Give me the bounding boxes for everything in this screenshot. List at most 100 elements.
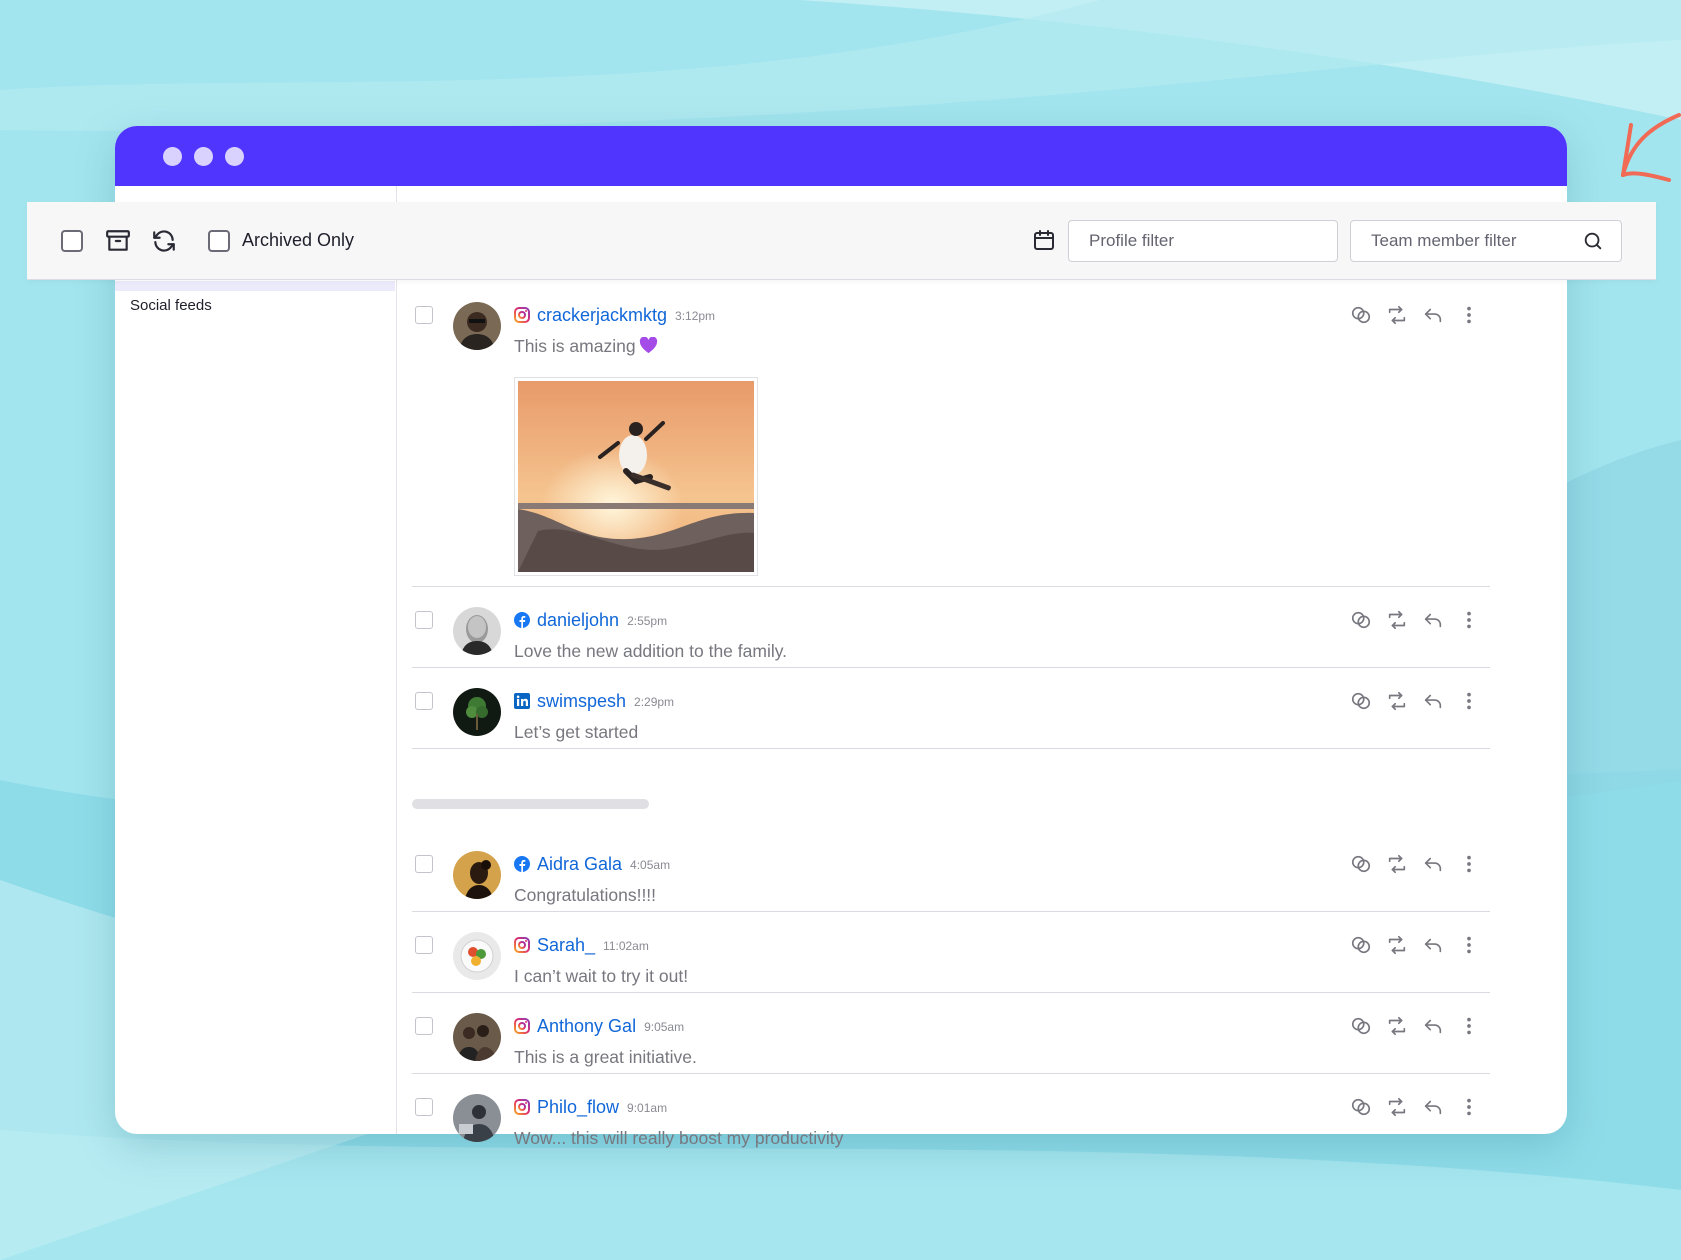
sidebar-item-label: Social feeds bbox=[130, 297, 212, 314]
reply-icon[interactable] bbox=[1422, 690, 1444, 712]
reply-icon[interactable] bbox=[1422, 934, 1444, 956]
retweet-icon[interactable] bbox=[1386, 609, 1408, 631]
assign-icon[interactable] bbox=[1350, 690, 1372, 712]
instagram-icon bbox=[514, 1018, 530, 1034]
post-checkbox[interactable] bbox=[415, 1017, 433, 1035]
post-time: 9:05am bbox=[644, 1020, 685, 1034]
post-checkbox[interactable] bbox=[415, 855, 433, 873]
sidebar-item-social-feeds[interactable]: Social feeds bbox=[130, 297, 212, 314]
retweet-icon[interactable] bbox=[1386, 690, 1408, 712]
more-icon[interactable] bbox=[1458, 1015, 1480, 1037]
reply-icon[interactable] bbox=[1422, 304, 1444, 326]
archive-icon[interactable] bbox=[105, 228, 131, 259]
post-time: 9:01am bbox=[627, 1101, 668, 1115]
post-username[interactable]: Philo_flow bbox=[537, 1097, 619, 1118]
window-dot-close[interactable] bbox=[163, 146, 182, 166]
avatar[interactable] bbox=[453, 1094, 501, 1142]
social-feed: crackerjackmktg 3:12pm This is amazing d… bbox=[412, 282, 1490, 1155]
assign-icon[interactable] bbox=[1350, 934, 1372, 956]
post-username[interactable]: Anthony Gal bbox=[537, 1016, 636, 1037]
archived-only-checkbox[interactable] bbox=[208, 230, 230, 252]
post-actions bbox=[1350, 853, 1480, 875]
retweet-icon[interactable] bbox=[1386, 1096, 1408, 1118]
more-icon[interactable] bbox=[1458, 609, 1480, 631]
retweet-icon[interactable] bbox=[1386, 1015, 1408, 1037]
avatar[interactable] bbox=[453, 932, 501, 980]
post-actions bbox=[1350, 934, 1480, 956]
reply-icon[interactable] bbox=[1422, 1015, 1444, 1037]
more-icon[interactable] bbox=[1458, 853, 1480, 875]
purple-heart-icon bbox=[639, 336, 658, 354]
post-actions bbox=[1350, 690, 1480, 712]
calendar-icon[interactable] bbox=[1032, 228, 1056, 257]
post-text: Congratulations!!!! bbox=[514, 885, 657, 905]
group-divider bbox=[412, 799, 649, 809]
list-item[interactable]: Anthony Gal 9:05am This is a great initi… bbox=[412, 993, 1490, 1074]
list-item[interactable]: crackerjackmktg 3:12pm This is amazing bbox=[412, 282, 1490, 587]
post-text: Love the new addition to the family. bbox=[514, 641, 788, 661]
more-icon[interactable] bbox=[1458, 690, 1480, 712]
reply-icon[interactable] bbox=[1422, 853, 1444, 875]
post-actions bbox=[1350, 304, 1480, 326]
facebook-icon bbox=[514, 612, 530, 628]
post-username[interactable]: danieljohn bbox=[537, 610, 619, 631]
avatar[interactable] bbox=[453, 688, 501, 736]
sidebar: Social feeds bbox=[115, 186, 397, 1134]
more-icon[interactable] bbox=[1458, 1096, 1480, 1118]
pointer-arrow-icon bbox=[1561, 105, 1681, 200]
post-actions bbox=[1350, 609, 1480, 631]
post-time: 2:55pm bbox=[627, 614, 668, 628]
post-text: I can’t wait to try it out! bbox=[514, 966, 689, 986]
post-checkbox[interactable] bbox=[415, 692, 433, 710]
assign-icon[interactable] bbox=[1350, 304, 1372, 326]
reply-icon[interactable] bbox=[1422, 1096, 1444, 1118]
retweet-icon[interactable] bbox=[1386, 853, 1408, 875]
post-time: 11:02am bbox=[603, 939, 649, 953]
post-username[interactable]: swimspesh bbox=[537, 691, 626, 712]
retweet-icon[interactable] bbox=[1386, 934, 1408, 956]
toolbar: Archived Only bbox=[27, 202, 1656, 280]
reply-icon[interactable] bbox=[1422, 609, 1444, 631]
post-checkbox[interactable] bbox=[415, 611, 433, 629]
post-time: 4:05am bbox=[630, 858, 671, 872]
post-username[interactable]: Aidra Gala bbox=[537, 854, 622, 875]
list-item[interactable]: Sarah_ 11:02am I can’t wait to try it ou… bbox=[412, 912, 1490, 993]
assign-icon[interactable] bbox=[1350, 1096, 1372, 1118]
list-item[interactable]: Philo_flow 9:01am Wow... this will reall… bbox=[412, 1074, 1490, 1155]
assign-icon[interactable] bbox=[1350, 609, 1372, 631]
assign-icon[interactable] bbox=[1350, 853, 1372, 875]
avatar[interactable] bbox=[453, 851, 501, 899]
refresh-icon[interactable] bbox=[151, 228, 177, 259]
select-all-checkbox[interactable] bbox=[61, 230, 83, 252]
instagram-icon bbox=[514, 1099, 530, 1115]
list-item[interactable]: swimspesh 2:29pm Let’s get started bbox=[412, 668, 1490, 749]
post-image[interactable] bbox=[514, 377, 758, 576]
assign-icon[interactable] bbox=[1350, 1015, 1372, 1037]
sidebar-active-indicator bbox=[115, 281, 395, 291]
profile-filter-input[interactable] bbox=[1068, 220, 1338, 262]
post-actions bbox=[1350, 1096, 1480, 1118]
more-icon[interactable] bbox=[1458, 934, 1480, 956]
instagram-icon bbox=[514, 937, 530, 953]
retweet-icon[interactable] bbox=[1386, 304, 1408, 326]
title-bar bbox=[115, 126, 1567, 186]
linkedin-icon bbox=[514, 693, 530, 709]
post-checkbox[interactable] bbox=[415, 306, 433, 324]
list-item[interactable]: Aidra Gala 4:05am Congratulations!!!! bbox=[412, 831, 1490, 912]
archived-only-label: Archived Only bbox=[242, 230, 355, 250]
post-checkbox[interactable] bbox=[415, 1098, 433, 1116]
avatar[interactable] bbox=[453, 607, 501, 655]
window-dot-maximize[interactable] bbox=[225, 146, 244, 166]
post-checkbox[interactable] bbox=[415, 936, 433, 954]
post-username[interactable]: Sarah_ bbox=[537, 935, 595, 956]
window-dot-minimize[interactable] bbox=[194, 146, 213, 166]
list-item[interactable]: danieljohn 2:55pm Love the new addition … bbox=[412, 587, 1490, 668]
avatar[interactable] bbox=[453, 1013, 501, 1061]
search-icon[interactable] bbox=[1582, 230, 1604, 257]
avatar[interactable] bbox=[453, 302, 501, 350]
instagram-icon bbox=[514, 307, 530, 323]
more-icon[interactable] bbox=[1458, 304, 1480, 326]
team-member-filter bbox=[1350, 220, 1622, 262]
facebook-icon bbox=[514, 856, 530, 872]
post-username[interactable]: crackerjackmktg bbox=[537, 305, 667, 326]
